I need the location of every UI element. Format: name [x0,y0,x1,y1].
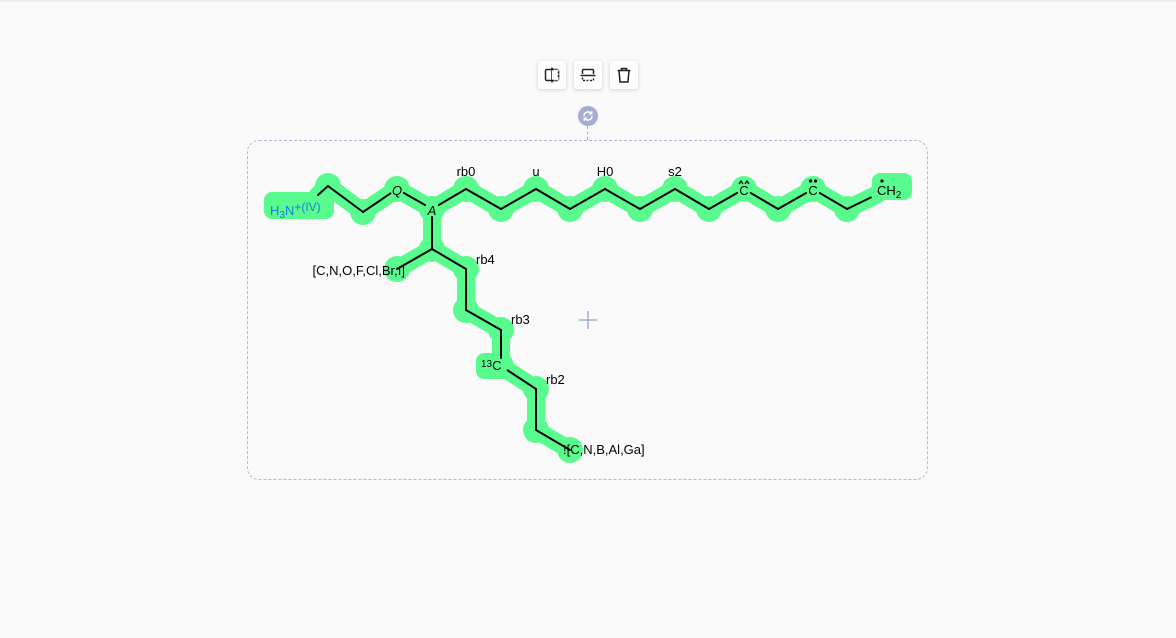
radical-dot [808,179,813,183]
query-u: u [532,164,539,179]
move-handle-icon[interactable] [578,310,598,330]
atom-list-label[interactable]: [C,N,O,F,Cl,Br,I] [313,263,405,278]
query-rb2: rb2 [546,372,565,387]
query-rb0: rb0 [457,164,476,179]
highlight-bonds [309,177,887,459]
query-s2: s2 [668,164,682,179]
query-rb3: rb3 [511,312,530,327]
atom-q[interactable]: Q [392,183,402,198]
atom-a[interactable]: A [427,203,437,218]
radical-dot [813,179,818,183]
atom-not-list-label[interactable]: ![C,N,B,Al,Ga] [563,442,645,457]
query-h0: H0 [597,164,614,179]
atom-c-dots[interactable]: C [808,183,817,198]
radical-dot [880,179,884,183]
atom-c-caret[interactable]: C [739,183,748,198]
query-rb4: rb4 [476,252,495,267]
